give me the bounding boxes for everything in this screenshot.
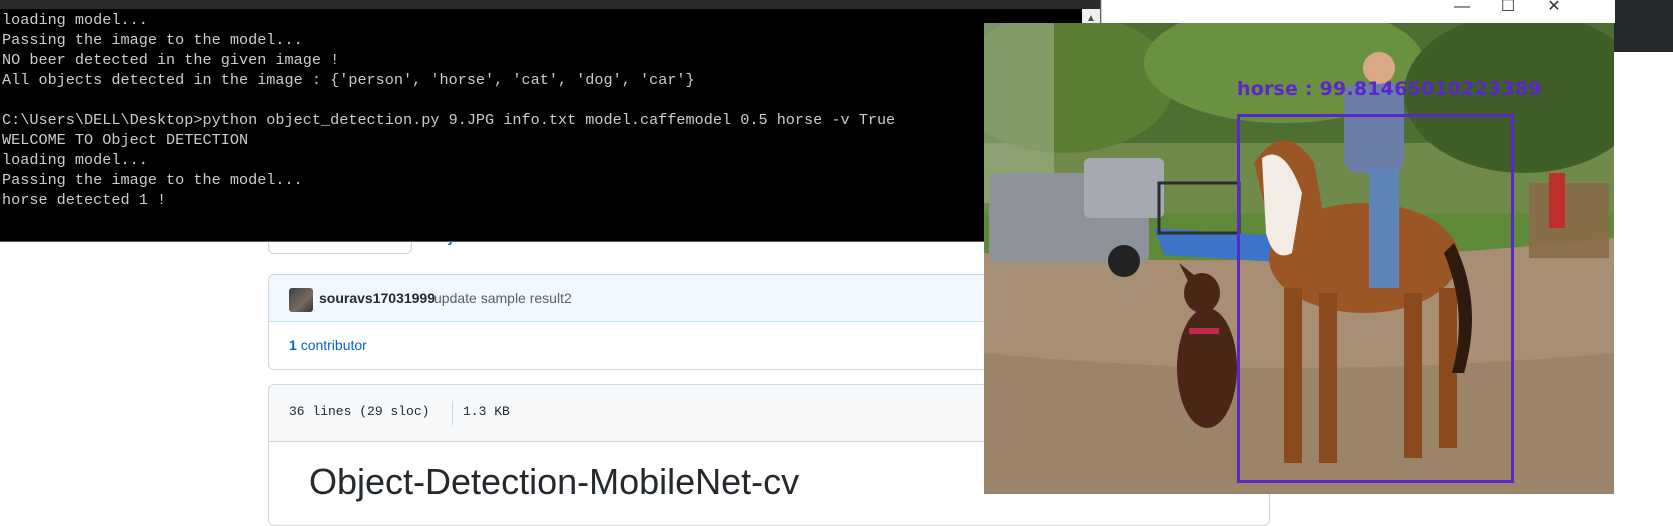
terminal-line: Passing the image to the model... [2,31,303,49]
viewer-titlebar[interactable]: — ☐ ✕ [1101,0,1615,23]
terminal-output[interactable]: loading model... Passing the image to th… [2,10,1082,210]
terminal-line: loading model... [2,11,148,29]
terminal-line: Passing the image to the model... [2,171,303,189]
terminal-window[interactable]: loading model... Passing the image to th… [0,0,1101,242]
detection-image: horse : 99.81465010223389 [984,23,1614,494]
terminal-line: All objects detected in the image : {'pe… [2,71,695,89]
detection-bounding-box [1237,114,1514,483]
contributors-link[interactable]: 1 contributor [289,337,367,353]
terminal-line: WELCOME TO Object DETECTION [2,131,249,149]
terminal-titlebar[interactable] [0,0,1100,9]
minimize-icon[interactable]: — [1439,0,1485,23]
file-info-divider [452,401,453,425]
terminal-line: NO beer detected in the given image ! [2,51,340,69]
readme-title: Object-Detection-MobileNet-cv [309,461,800,502]
commit-author-link[interactable]: souravs17031999 [319,290,435,306]
detection-label: horse : 99.81465010223389 [1237,78,1542,100]
avatar[interactable] [289,288,313,312]
file-size: 1.3 KB [463,404,510,419]
contributors-count: 1 [289,337,297,353]
maximize-icon[interactable]: ☐ [1485,0,1531,23]
contributors-label: contributor [300,337,367,353]
terminal-line: horse detected 1 ! [2,191,167,209]
file-line-count: 36 lines (29 sloc) [289,404,430,419]
close-icon[interactable]: ✕ [1531,0,1577,23]
terminal-line: loading model... [2,151,148,169]
image-viewer-window: — ☐ ✕ horse: 99.81465010223389 [984,0,1615,494]
commit-message-link[interactable]: update sample result2 [434,290,572,306]
terminal-line: C:\Users\DELL\Desktop>python object_dete… [2,111,896,129]
